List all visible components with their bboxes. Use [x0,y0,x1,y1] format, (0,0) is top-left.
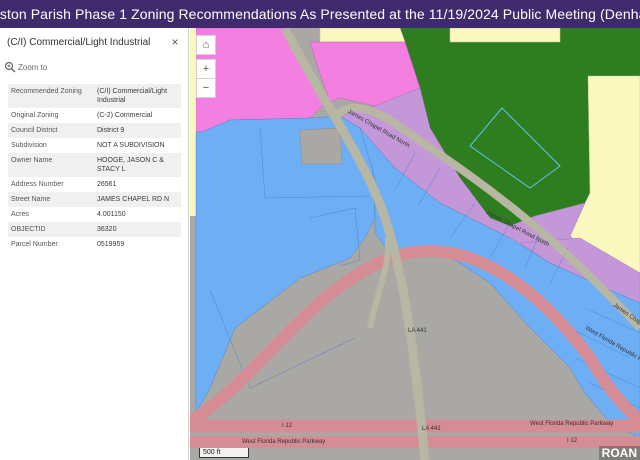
table-row: Parcel Number 0519959 [8,237,181,252]
table-row: Address Number 26561 [8,177,181,192]
attr-value: (C-2) Commercial [94,108,181,123]
table-row: Recommended Zoning (C/I) Commercial/Light… [8,84,181,108]
attr-key: Original Zoning [8,108,94,123]
attr-value: 26561 [94,177,181,192]
table-row: Street Name JAMES CHAPEL RD N [8,192,181,207]
road-label: West Florida Republic Parkway [530,421,614,427]
attr-value: 0519959 [94,237,181,252]
attr-key: OBJECTID [8,222,94,237]
zone-rural-yellow[interactable] [449,28,561,43]
road-label: LA 441 [422,426,441,432]
table-row: Original Zoning (C-2) Commercial [8,108,181,123]
zone-rural-yellow[interactable] [190,28,196,216]
attr-value: HOOGE, JASON C & STACY L [94,153,181,177]
table-row: Owner Name HOOGE, JASON C & STACY L [8,153,181,177]
zoning-map-canvas[interactable] [190,28,640,460]
attr-key: Owner Name [8,153,94,177]
attr-value: JAMES CHAPEL RD N [94,192,181,207]
close-icon[interactable]: × [168,35,182,49]
zone-gray-parcel[interactable] [299,127,343,165]
map-attribution: ROAN [598,446,640,460]
table-row: Council District District 9 [8,123,181,138]
attr-key: Parcel Number [8,237,94,252]
app-title-bar: gston Parish Phase 1 Zoning Recommendati… [0,0,640,28]
attr-key: Acres [8,207,94,222]
zoom-to-icon [4,61,16,73]
road-label: West Florida Republic Parkway [242,439,326,445]
attr-key: Subdivision [8,138,94,153]
zone-rural-yellow[interactable] [319,28,406,43]
feature-info-panel: (C/I) Commercial/Light Industrial × Zoom… [0,28,189,460]
attr-key: Council District [8,123,94,138]
attr-key: Street Name [8,192,94,207]
home-button[interactable]: ⌂ [196,35,216,55]
panel-header: (C/I) Commercial/Light Industrial × [0,28,188,58]
app-title: gston Parish Phase 1 Zoning Recommendati… [0,6,640,22]
plus-icon: + [202,63,210,75]
table-row: Acres 4.001150 [8,207,181,222]
home-icon: ⌂ [202,39,210,51]
attr-key: Recommended Zoning [8,84,94,108]
zoom-to-label: Zoom to [18,63,48,72]
table-row: OBJECTID 36320 [8,222,181,237]
panel-title: (C/I) Commercial/Light Industrial [7,37,151,48]
attr-key: Address Number [8,177,94,192]
attr-value: 36320 [94,222,181,237]
scale-bar: 500 ft [199,448,249,458]
zoom-out-button[interactable]: − [196,78,216,98]
minus-icon: − [202,82,210,94]
road-label: I 12 [282,423,293,429]
attr-value: 4.001150 [94,207,181,222]
attr-value: District 9 [94,123,181,138]
road-label: LA 441 [408,328,427,334]
road-label: I 12 [567,438,578,444]
attribute-table: Recommended Zoning (C/I) Commercial/Light… [8,84,181,252]
table-row: Subdivision NOT A SUBDIVISION [8,138,181,153]
map-view[interactable]: James Chapel Road North James Chapel Roa… [190,28,640,460]
attr-value: NOT A SUBDIVISION [94,138,181,153]
zoom-to-button[interactable]: Zoom to [0,59,189,77]
attr-value: (C/I) Commercial/Light Industrial [94,84,181,108]
zoom-in-button[interactable]: + [196,59,216,79]
